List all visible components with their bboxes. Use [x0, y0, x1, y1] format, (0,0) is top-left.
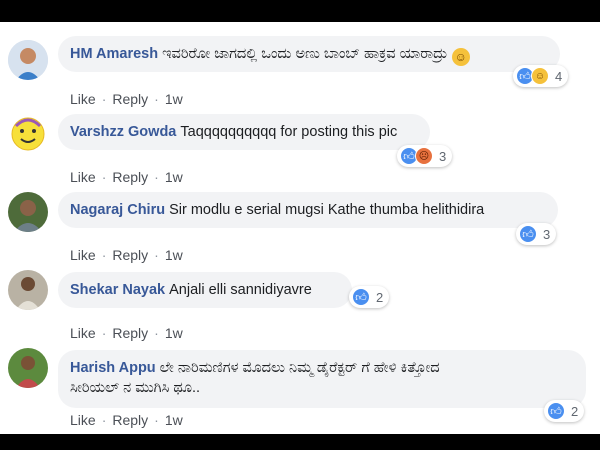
separator-dot: ·	[101, 412, 107, 428]
separator-dot: ·	[154, 325, 159, 341]
comment-actions: Like · Reply · 1w	[70, 412, 183, 428]
reaction-summary[interactable]: 👍︎ 3	[516, 223, 557, 245]
separator-dot: ·	[101, 325, 107, 341]
reply-link[interactable]: Reply	[112, 412, 148, 428]
like-link[interactable]: Like	[70, 247, 96, 263]
comment-text: Sir modlu e serial mugsi Kathe thumba he…	[169, 202, 485, 218]
like-link[interactable]: Like	[70, 169, 96, 185]
timestamp[interactable]: 1w	[165, 169, 183, 185]
laughing-emoji-icon: ☺	[451, 48, 470, 66]
timestamp[interactable]: 1w	[165, 91, 183, 107]
separator-dot: ·	[101, 169, 107, 185]
avatar[interactable]	[8, 348, 48, 388]
comment-actions: Like · Reply · 1w	[70, 169, 183, 185]
reaction-count: 3	[439, 148, 447, 164]
reaction-count: 2	[376, 289, 384, 305]
reaction-summary[interactable]: 👍︎ 2	[349, 286, 390, 308]
reaction-summary[interactable]: 👍︎ ☹ 3	[397, 145, 453, 167]
comment-author[interactable]: Shekar Nayak	[70, 282, 165, 298]
avatar[interactable]	[8, 192, 48, 232]
like-reaction-icon: 👍︎	[547, 402, 565, 420]
separator-dot: ·	[154, 169, 159, 185]
comment-text: Taqqqqqqqqqq for posting this pic	[180, 124, 398, 140]
comment-text: Anjali elli sannidiyavre	[169, 282, 312, 298]
separator-dot: ·	[154, 247, 159, 263]
comment-author[interactable]: HM Amaresh	[70, 46, 158, 62]
comment-line-2: ಸೀರಿಯಲ್ ನ ಮುಗಿಸಿ ಥೂ..	[70, 380, 201, 396]
avatar[interactable]	[8, 114, 48, 154]
comment-actions: Like · Reply · 1w	[70, 91, 183, 107]
comment-author[interactable]: Nagaraj Chiru	[70, 202, 165, 218]
reply-link[interactable]: Reply	[112, 247, 148, 263]
timestamp[interactable]: 1w	[165, 412, 183, 428]
comment-bubble: HM Amaresh ಇವರಿರೋ ಜಾಗದಲ್ಲಿ ಒಂದು ಅಣು ಬಾಂಬ್…	[58, 36, 560, 72]
comment-actions: Like · Reply · 1w	[70, 247, 183, 263]
comment-bubble: Nagaraj Chiru Sir modlu e serial mugsi Ka…	[58, 192, 558, 228]
reply-link[interactable]: Reply	[112, 325, 148, 341]
like-link[interactable]: Like	[70, 325, 96, 341]
reaction-count: 2	[571, 403, 579, 419]
avatar[interactable]	[8, 40, 48, 80]
reaction-summary[interactable]: 👍︎ 2	[544, 400, 585, 422]
comment-author[interactable]: Harish Appu	[70, 360, 156, 376]
comment-bubble: Shekar Nayak Anjali elli sannidiyavre	[58, 272, 352, 308]
separator-dot: ·	[101, 247, 107, 263]
like-reaction-icon: 👍︎	[519, 225, 537, 243]
like-link[interactable]: Like	[70, 91, 96, 107]
timestamp[interactable]: 1w	[165, 325, 183, 341]
comment-text: ಇವರಿರೋ ಜಾಗದಲ್ಲಿ ಒಂದು ಅಣು ಬಾಂಬ್ ಹಾಕ್ರವ ಯಾ…	[162, 46, 448, 62]
haha-reaction-icon: ☺	[531, 67, 549, 85]
timestamp[interactable]: 1w	[165, 247, 183, 263]
reaction-count: 4	[555, 68, 563, 84]
comments-panel: HM Amaresh ಇವರಿರೋ ಜಾಗದಲ್ಲಿ ಒಂದು ಅಣು ಬಾಂಬ್…	[0, 22, 600, 434]
separator-dot: ·	[154, 91, 159, 107]
comment-author[interactable]: Varshzz Gowda	[70, 124, 176, 140]
like-link[interactable]: Like	[70, 412, 96, 428]
reply-link[interactable]: Reply	[112, 169, 148, 185]
like-reaction-icon: 👍︎	[352, 288, 370, 306]
comment-bubble: Varshzz Gowda Taqqqqqqqqqq for posting th…	[58, 114, 430, 150]
reply-link[interactable]: Reply	[112, 91, 148, 107]
separator-dot: ·	[154, 412, 159, 428]
comment-line-1: Harish Appu ಲೇ ನಾರಿಮಣಿಗಳ ಮೊದಲು ನಿಮ್ಮ ಡೈರೆ…	[70, 358, 574, 378]
comment-bubble: Harish Appu ಲೇ ನಾರಿಮಣಿಗಳ ಮೊದಲು ನಿಮ್ಮ ಡೈರೆ…	[58, 350, 586, 408]
comment-actions: Like · Reply · 1w	[70, 325, 183, 341]
reaction-count: 3	[543, 226, 551, 242]
comment-text: ಲೇ ನಾರಿಮಣಿಗಳ ಮೊದಲು ನಿಮ್ಮ ಡೈರೆಕ್ಟರ್ ಗೆ ಹೇ…	[159, 360, 440, 376]
avatar[interactable]	[8, 270, 48, 310]
angry-reaction-icon: ☹	[415, 147, 433, 165]
reaction-summary[interactable]: 👍︎ ☺ 4	[513, 65, 569, 87]
separator-dot: ·	[101, 91, 107, 107]
